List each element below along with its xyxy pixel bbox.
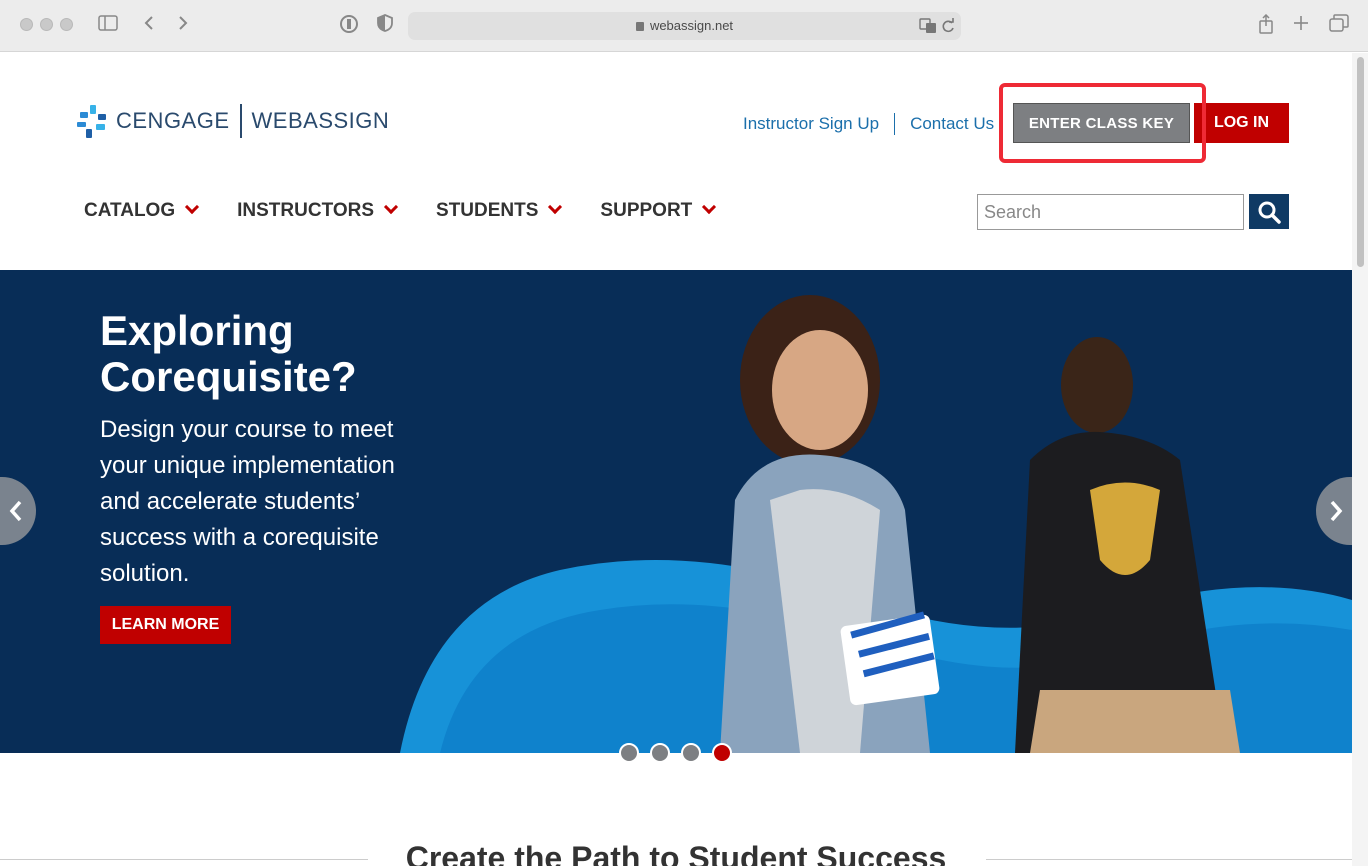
hero-title: Exploring Corequisite? [100, 307, 357, 400]
reload-icon[interactable] [941, 18, 955, 39]
url-text: webassign.net [408, 18, 961, 33]
chevron-left-icon [9, 500, 22, 522]
section-title: Create the Path to Student Success [405, 840, 947, 866]
new-tab-icon[interactable] [1290, 14, 1312, 36]
nav-catalog[interactable]: CATALOG [84, 199, 200, 222]
nav-students-label: STUDENTS [436, 200, 539, 221]
tab-overview-icon[interactable] [1328, 14, 1350, 36]
carousel-indicators [619, 743, 743, 763]
nav-support[interactable]: SUPPORT [600, 199, 717, 222]
instructor-signup-link[interactable]: Instructor Sign Up [743, 114, 879, 134]
nav-students[interactable]: STUDENTS [436, 199, 563, 222]
highlight-annotation [999, 83, 1206, 163]
share-icon[interactable] [1255, 13, 1277, 36]
nav-catalog-label: CATALOG [84, 200, 176, 221]
utility-links: Instructor Sign Up Contact Us [743, 113, 994, 135]
search-icon [1258, 201, 1281, 224]
forward-icon[interactable] [172, 14, 194, 36]
chevron-down-icon [185, 199, 200, 215]
nav-support-label: SUPPORT [600, 200, 693, 221]
logo-text-webassign: WEBASSIGN [251, 108, 390, 133]
link-divider [894, 113, 896, 135]
logo-divider [239, 104, 242, 138]
carousel-dot-1[interactable] [619, 743, 639, 763]
nav-instructors-label: INSTRUCTORS [237, 200, 375, 221]
nav-instructors[interactable]: INSTRUCTORS [237, 199, 399, 222]
lock-icon [635, 22, 644, 31]
carousel-dot-4[interactable] [712, 743, 732, 763]
minimize-window-button[interactable] [40, 18, 53, 31]
main-nav: CATALOG INSTRUCTORS STUDENTS SUPPORT [84, 199, 754, 222]
back-icon[interactable] [138, 14, 160, 36]
search-button[interactable] [1249, 194, 1289, 229]
hero-description: Design your course to meet your unique i… [100, 416, 395, 587]
search-input[interactable] [977, 194, 1244, 230]
sidebar-icon[interactable] [97, 14, 119, 36]
page-scrollbar[interactable] [1352, 53, 1368, 866]
browser-toolbar: webassign.net [0, 0, 1368, 52]
zoom-window-button[interactable] [60, 18, 73, 31]
carousel-dot-3[interactable] [681, 743, 701, 763]
privacy-report-icon[interactable] [338, 14, 360, 36]
chevron-down-icon [548, 199, 563, 215]
address-bar[interactable]: webassign.net [408, 12, 961, 40]
hero-carousel: Exploring Corequisite? Design your cours… [0, 270, 1352, 753]
site-logo[interactable]: CENGAGE WEBASSIGN [76, 103, 389, 139]
scrollbar-thumb[interactable] [1357, 57, 1364, 267]
login-button[interactable]: LOG IN [1194, 103, 1289, 143]
webpage: CENGAGE WEBASSIGN Instructor Sign Up Con… [0, 53, 1352, 866]
contact-us-link[interactable]: Contact Us [910, 114, 994, 134]
carousel-dot-2[interactable] [650, 743, 670, 763]
translate-icon[interactable] [919, 18, 937, 39]
logo-text-cengage: CENGAGE [116, 108, 230, 133]
close-window-button[interactable] [20, 18, 33, 31]
cengage-mark-icon [76, 104, 110, 138]
learn-more-button[interactable]: LEARN MORE [100, 606, 231, 644]
shield-icon[interactable] [374, 14, 396, 36]
chevron-right-icon [1330, 500, 1343, 522]
chevron-down-icon [383, 199, 399, 215]
chevron-down-icon [702, 199, 717, 215]
